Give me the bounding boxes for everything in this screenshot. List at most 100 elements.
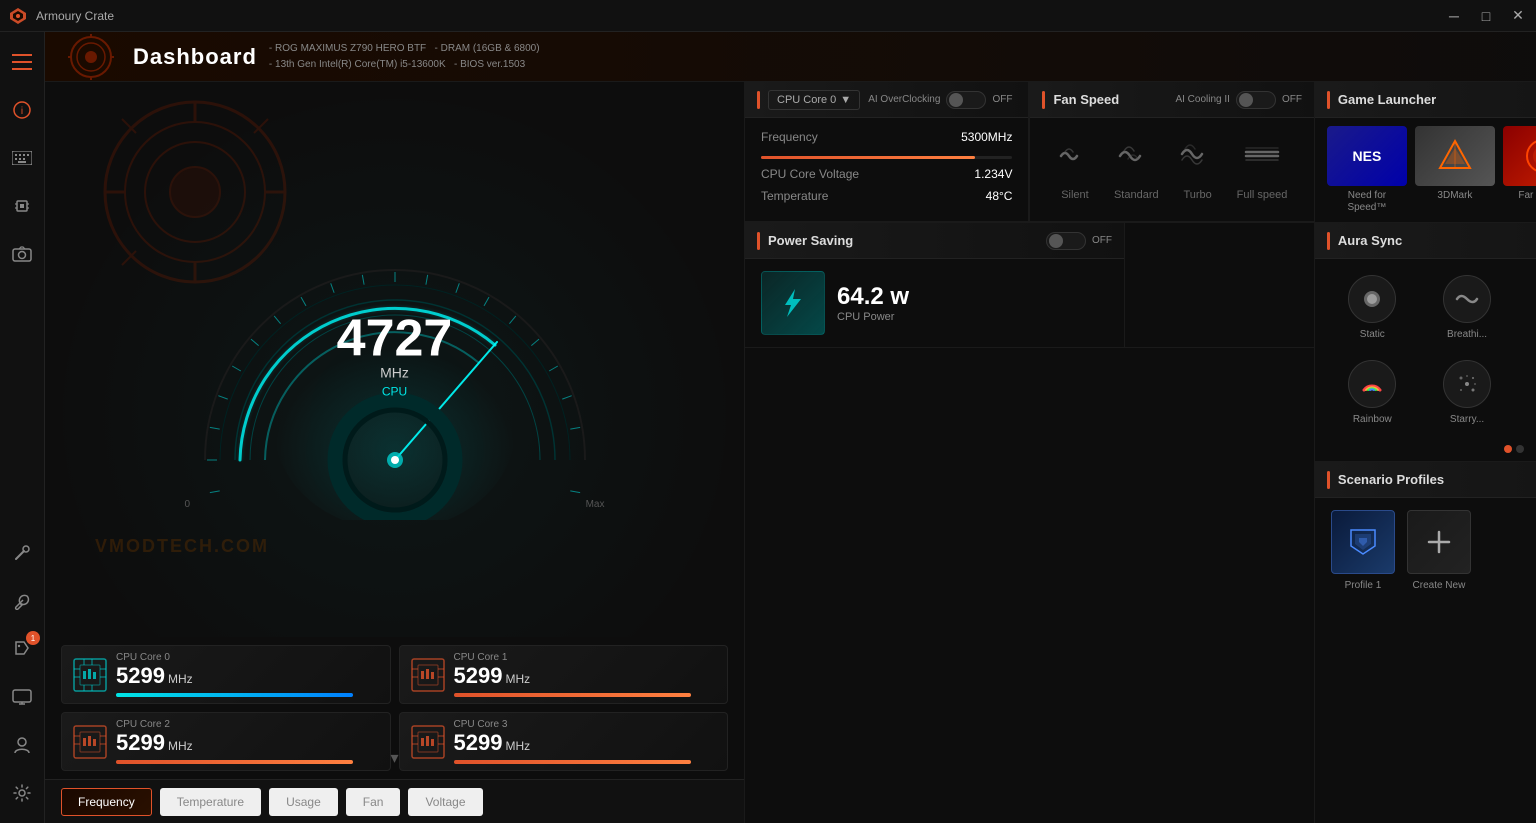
sidebar-item-tools[interactable] <box>0 531 44 575</box>
game-label-nes: Need for Speed™ <box>1327 190 1407 214</box>
fan-mode-silent[interactable]: Silent <box>1057 138 1093 201</box>
left-panel: VMODTECH.COM <box>45 82 745 823</box>
header-logo-area: Dashboard - ROG MAXIMUS Z790 HERO BTF - … <box>61 32 731 82</box>
game-thumb-farcry: FC <box>1503 126 1536 186</box>
ai-cooling-toggle[interactable] <box>1236 91 1276 109</box>
core-bar-0 <box>116 693 353 697</box>
aura-item-music[interactable]: Music <box>1516 352 1536 433</box>
aura-sync-accent <box>1327 232 1330 250</box>
power-panel-accent <box>757 232 760 250</box>
aura-icon-breathing <box>1443 275 1491 323</box>
aura-item-strobing[interactable]: Strobing <box>1516 267 1536 348</box>
aura-dots <box>1315 441 1536 461</box>
fan-turbo-icon <box>1180 138 1216 181</box>
sidebar-item-menu[interactable] <box>0 40 44 84</box>
right-side: Game Launcher ◀ NES Need for Speed™ <box>1314 82 1536 823</box>
cpu-toggle: AI OverClocking OFF <box>868 91 1012 109</box>
dashboard-main: Dashboard - ROG MAXIMUS Z790 HERO BTF - … <box>45 32 1536 823</box>
game-item-nes[interactable]: NES Need for Speed™ <box>1327 126 1407 214</box>
minimize-button[interactable]: ─ <box>1444 6 1464 26</box>
power-info: 64.2 w CPU Power <box>837 283 909 323</box>
aura-item-static[interactable]: Static <box>1327 267 1418 348</box>
aura-dot-0[interactable] <box>1504 445 1512 453</box>
tab-frequency[interactable]: Frequency <box>61 788 152 816</box>
sidebar-item-info[interactable]: i <box>0 88 44 132</box>
fan-standard-icon <box>1118 138 1154 181</box>
aura-label-rainbow: Rainbow <box>1353 414 1392 425</box>
fan-panel-header: Fan Speed AI Cooling II OFF <box>1030 82 1313 118</box>
sidebar: i 1 <box>0 32 45 823</box>
aura-dot-1[interactable] <box>1516 445 1524 453</box>
bottom-tabs: Frequency Temperature Usage Fan Voltage <box>45 779 744 823</box>
core-bar-2 <box>116 760 353 764</box>
fan-toggle: AI Cooling II OFF <box>1175 91 1301 109</box>
metric-temperature: Temperature 48°C <box>761 189 1012 203</box>
ai-overclock-toggle[interactable] <box>946 91 986 109</box>
scenario-profiles: Scenario Profiles ◀ <box>1315 462 1536 823</box>
metric-frequency: Frequency 5300MHz <box>761 130 1012 144</box>
core-freq-2: 5299 <box>116 730 165 756</box>
svg-text:i: i <box>21 106 23 117</box>
profile-icon-new <box>1407 510 1471 574</box>
core-icon-0 <box>72 657 108 693</box>
sidebar-item-wrench[interactable] <box>0 579 44 623</box>
gauge-label: CPU <box>337 384 453 398</box>
window-controls: ─ □ ✕ <box>1444 6 1528 26</box>
core-name-0: CPU Core 0 <box>116 652 380 663</box>
sidebar-item-tag[interactable]: 1 <box>0 627 44 671</box>
core-info-1: CPU Core 1 5299 MHz <box>454 652 718 697</box>
gauge-center-text: 4727 MHz CPU <box>337 312 453 398</box>
header-specs: - ROG MAXIMUS Z790 HERO BTF - DRAM (16GB… <box>269 41 540 73</box>
content-area: VMODTECH.COM <box>45 82 1536 823</box>
aura-label-breathing: Breathi... <box>1447 329 1487 340</box>
sidebar-item-keyboard[interactable] <box>0 136 44 180</box>
game-label-farcry: Far Cry® 6 <box>1518 190 1536 202</box>
scroll-down-indicator[interactable]: ▾ <box>390 748 398 768</box>
aura-item-rainbow[interactable]: Rainbow <box>1327 352 1418 433</box>
header-title: Dashboard <box>133 44 257 70</box>
game-item-3dmark[interactable]: 3DMark <box>1415 126 1495 214</box>
frequency-bar-container <box>761 156 1012 159</box>
fan-mode-turbo[interactable]: Turbo <box>1180 138 1216 201</box>
core-name-3: CPU Core 3 <box>454 719 718 730</box>
power-saving-toggle[interactable] <box>1046 232 1086 250</box>
core-icon-1 <box>410 657 446 693</box>
sidebar-item-camera[interactable] <box>0 232 44 276</box>
content-spacer <box>745 348 1314 823</box>
fan-mode-standard[interactable]: Standard <box>1114 138 1159 201</box>
tab-temperature[interactable]: Temperature <box>160 788 261 816</box>
sidebar-item-hardware[interactable] <box>0 184 44 228</box>
fan-mode-fullspeed[interactable]: Full speed <box>1237 138 1288 201</box>
tab-voltage[interactable]: Voltage <box>408 788 482 816</box>
sidebar-item-user[interactable] <box>0 723 44 767</box>
core-bar-3 <box>454 760 691 764</box>
game-label-3dmark: 3DMark <box>1437 190 1472 202</box>
aura-item-starry[interactable]: Starry... <box>1422 352 1513 433</box>
tab-fan[interactable]: Fan <box>346 788 401 816</box>
core-name-1: CPU Core 1 <box>454 652 718 663</box>
core-info-2: CPU Core 2 5299 MHz <box>116 719 380 764</box>
gauge-minmax: 0 Max <box>155 499 635 510</box>
sidebar-item-monitor[interactable] <box>0 675 44 719</box>
profile-item-new[interactable]: Create New <box>1407 510 1471 591</box>
profile-item-1[interactable]: Profile 1 <box>1331 510 1395 591</box>
frequency-bar <box>761 156 975 159</box>
power-panel-header: Power Saving OFF <box>745 223 1124 259</box>
close-button[interactable]: ✕ <box>1508 6 1528 26</box>
game-launcher-accent <box>1327 91 1330 109</box>
cpu-core-dropdown[interactable]: CPU Core 0 ▼ <box>768 90 860 110</box>
maximize-button[interactable]: □ <box>1476 6 1496 26</box>
header: Dashboard - ROG MAXIMUS Z790 HERO BTF - … <box>45 32 1536 82</box>
aura-icon-starry <box>1443 360 1491 408</box>
tab-usage[interactable]: Usage <box>269 788 338 816</box>
fan-silent-icon <box>1057 138 1093 181</box>
game-item-farcry[interactable]: FC Far Cry® 6 <box>1503 126 1536 214</box>
aura-item-breathing[interactable]: Breathi... <box>1422 267 1513 348</box>
aura-label-starry: Starry... <box>1450 414 1484 425</box>
titlebar: Armoury Crate ─ □ ✕ <box>0 0 1536 32</box>
game-launcher: Game Launcher ◀ NES Need for Speed™ <box>1315 82 1536 223</box>
core-icon-3 <box>410 724 446 760</box>
sidebar-item-settings[interactable] <box>0 771 44 815</box>
core-name-2: CPU Core 2 <box>116 719 380 730</box>
power-toggle-knob <box>1049 234 1063 248</box>
